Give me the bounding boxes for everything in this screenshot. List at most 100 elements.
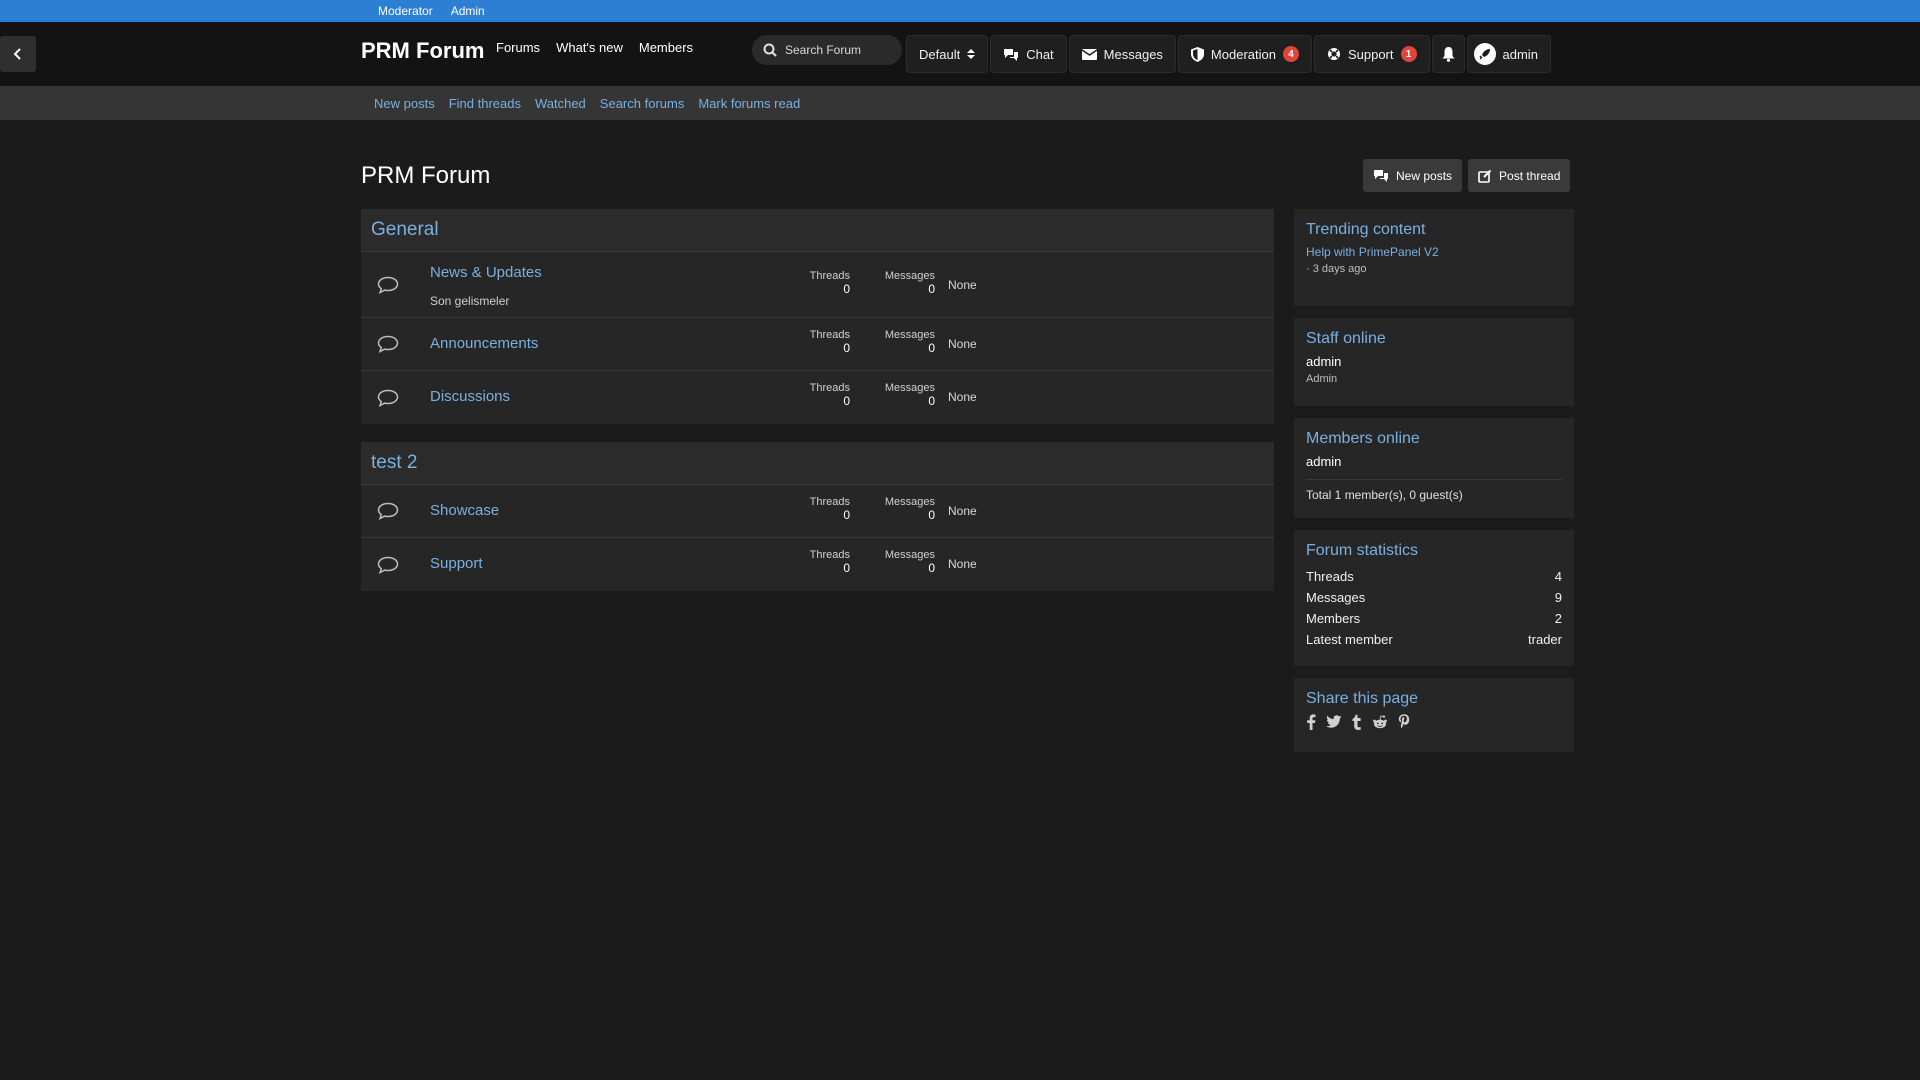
last-post: None: [948, 278, 977, 292]
search-input[interactable]: Search Forum: [752, 35, 902, 65]
stat-row: Threads 4: [1306, 566, 1562, 587]
subnav-mark-read[interactable]: Mark forums read: [698, 96, 800, 111]
threads-label: Threads: [809, 549, 850, 561]
stat-value: 4: [1554, 569, 1562, 584]
trending-block: Trending content Help with PrimePanel V2…: [1294, 209, 1574, 306]
alerts-button[interactable]: [1431, 35, 1465, 73]
threads-count: 0: [843, 508, 850, 522]
forum-description: Son gelismeler: [430, 294, 510, 308]
forum-statistics-block: Forum statistics Threads 4 Messages 9 Memb…: [1294, 530, 1574, 666]
facebook-icon[interactable]: [1306, 714, 1316, 730]
category-block: General News & Updates Son gelismeler Th…: [361, 209, 1274, 424]
chat-button[interactable]: Chat: [990, 35, 1067, 73]
forum-title[interactable]: News & Updates: [430, 264, 542, 281]
threads-count: 0: [843, 282, 850, 296]
style-chooser-label: Default: [919, 46, 961, 62]
sort-icon: [967, 49, 976, 59]
members-online-title[interactable]: Members online: [1306, 430, 1562, 448]
subnav-watched[interactable]: Watched: [535, 96, 586, 111]
forum-title[interactable]: Announcements: [430, 335, 538, 352]
main-nav: Forums What's new Members: [496, 40, 693, 55]
comment-icon: [377, 556, 399, 574]
search-placeholder: Search Forum: [785, 43, 862, 57]
nav-forums[interactable]: Forums: [496, 40, 540, 55]
admin-link[interactable]: Admin: [451, 4, 485, 18]
moderator-link[interactable]: Moderator: [378, 4, 433, 18]
online-member-name[interactable]: admin: [1306, 454, 1562, 469]
style-chooser-button[interactable]: Default: [906, 35, 989, 73]
support-badge: 1: [1400, 46, 1417, 62]
last-post: None: [948, 557, 977, 571]
user-menu-button[interactable]: admin: [1466, 35, 1551, 73]
divider: [1306, 479, 1562, 480]
threads-label: Threads: [809, 382, 850, 394]
threads-count: 0: [843, 394, 850, 408]
trending-item[interactable]: Help with PrimePanel V2: [1306, 245, 1562, 259]
last-post: None: [948, 390, 977, 404]
pinterest-icon[interactable]: [1398, 714, 1410, 730]
subnav-new-posts[interactable]: New posts: [374, 96, 435, 111]
share-title: Share this page: [1306, 690, 1419, 707]
search-icon: [763, 43, 777, 57]
forum-node: Support Threads 0 Messages 0 None: [361, 538, 1274, 591]
sub-navigation: New posts Find threads Watched Search fo…: [0, 86, 1920, 120]
latest-member-link[interactable]: trader: [1528, 632, 1562, 647]
category-title[interactable]: General: [361, 209, 1274, 252]
threads-label: Threads: [809, 270, 850, 282]
back-button[interactable]: [0, 36, 36, 72]
sidebar: Trending content Help with PrimePanel V2…: [1294, 209, 1574, 764]
comment-icon: [377, 389, 399, 407]
edit-icon: [1478, 169, 1492, 183]
staff-online-title[interactable]: Staff online: [1306, 330, 1562, 348]
staff-member-name[interactable]: admin: [1306, 354, 1562, 369]
forum-title[interactable]: Support: [430, 555, 483, 572]
nav-members[interactable]: Members: [639, 40, 693, 55]
moderation-button[interactable]: Moderation 4: [1177, 35, 1312, 73]
staff-member-role: Admin: [1306, 373, 1338, 385]
moderation-label: Moderation: [1210, 46, 1276, 62]
tumblr-icon[interactable]: [1352, 714, 1362, 730]
threads-label: Threads: [809, 329, 850, 341]
category-title[interactable]: test 2: [361, 442, 1274, 485]
comments-icon: [1374, 170, 1388, 182]
stat-label: Messages: [1306, 590, 1366, 605]
comment-icon: [377, 335, 399, 353]
trending-title[interactable]: Trending content: [1306, 221, 1562, 239]
shield-icon: [1190, 46, 1204, 62]
messages-count: 0: [928, 394, 935, 408]
chat-icon: [1004, 49, 1019, 61]
stat-label: Members: [1306, 611, 1361, 626]
messages-label: Messages: [884, 329, 935, 341]
support-button[interactable]: Support 1: [1313, 35, 1430, 73]
messages-label: Messages: [884, 549, 935, 561]
post-thread-label: Post thread: [1499, 168, 1561, 183]
subnav-find-threads[interactable]: Find threads: [449, 96, 521, 111]
forum-list: General News & Updates Son gelismeler Th…: [361, 209, 1274, 609]
comment-icon: [377, 502, 399, 520]
subnav-search-forums[interactable]: Search forums: [600, 96, 685, 111]
nav-whats-new[interactable]: What's new: [556, 40, 623, 55]
stat-value: 9: [1554, 590, 1562, 605]
life-ring-icon: [1327, 48, 1340, 60]
bell-icon: [1442, 46, 1455, 62]
rocket-icon: [1479, 49, 1490, 60]
reddit-icon[interactable]: [1372, 715, 1388, 729]
threads-count: 0: [843, 341, 850, 355]
moderation-badge: 4: [1282, 46, 1299, 62]
new-posts-button[interactable]: New posts: [1363, 159, 1463, 192]
post-thread-button[interactable]: Post thread: [1468, 159, 1571, 192]
stat-row: Messages 9: [1306, 587, 1562, 608]
twitter-icon[interactable]: [1326, 715, 1342, 729]
forum-title[interactable]: Discussions: [430, 388, 510, 405]
forum-title[interactable]: Showcase: [430, 502, 499, 519]
page-title: PRM Forum: [361, 162, 491, 189]
stat-row: Latest member trader: [1306, 629, 1562, 650]
forum-statistics-title: Forum statistics: [1306, 542, 1419, 559]
forum-node: Announcements Threads 0 Messages 0 None: [361, 318, 1274, 371]
envelope-icon: [1081, 48, 1097, 60]
site-title[interactable]: PRM Forum: [361, 38, 484, 64]
chevron-left-icon: [13, 48, 21, 60]
trending-meta: · 3 days ago: [1306, 263, 1367, 275]
messages-button[interactable]: Messages: [1068, 35, 1176, 73]
forum-node: Discussions Threads 0 Messages 0 None: [361, 371, 1274, 424]
